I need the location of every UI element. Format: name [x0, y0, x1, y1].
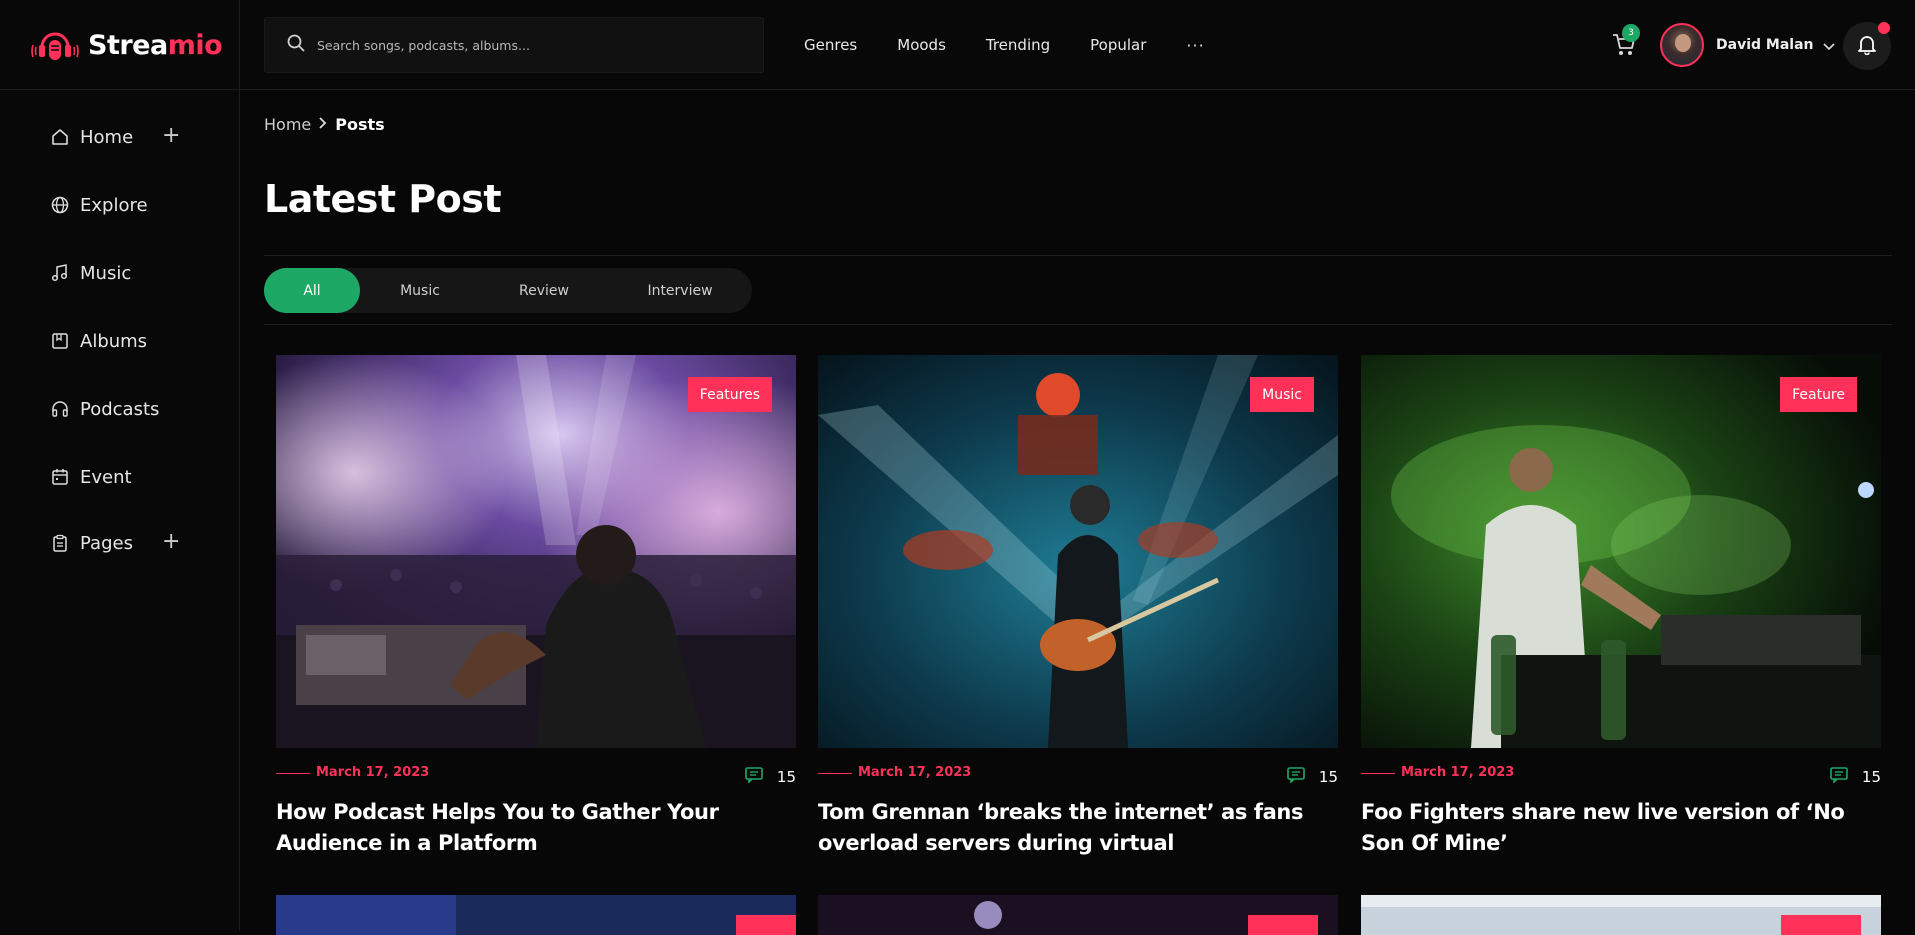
nav-moods[interactable]: Moods: [897, 36, 946, 54]
breadcrumb-current: Posts: [335, 115, 385, 134]
post-date: March 17, 2023: [1401, 765, 1515, 780]
headphones-icon: [50, 399, 70, 419]
nav-trending[interactable]: Trending: [986, 36, 1050, 54]
filter-tabs: All Music Review Interview: [264, 268, 752, 313]
sidebar-item-event[interactable]: Event: [50, 462, 200, 492]
expand-plus-icon[interactable]: +: [162, 531, 180, 553]
date-accent-line: [1361, 773, 1395, 774]
post-category-badge[interactable]: Music: [1250, 377, 1314, 412]
search-input[interactable]: [317, 37, 737, 53]
tab-review[interactable]: Review: [480, 268, 608, 313]
post-date: March 17, 2023: [858, 765, 972, 780]
sidebar-item-label: Music: [80, 262, 132, 284]
notification-dot: [1878, 22, 1890, 34]
post-card-partial[interactable]: [1361, 895, 1881, 935]
bell-icon: [1856, 33, 1878, 59]
sidebar-item-label: Home: [80, 126, 134, 148]
chevron-down-icon: [1823, 36, 1836, 55]
sidebar-item-podcasts[interactable]: Podcasts: [50, 394, 200, 424]
avatar: [1660, 23, 1704, 67]
nav-genres[interactable]: Genres: [804, 36, 857, 54]
post-card[interactable]: Features March 17, 2023 15 How Podcast H…: [276, 355, 796, 855]
cart-count-badge: 3: [1622, 24, 1640, 42]
nav-popular[interactable]: Popular: [1090, 36, 1146, 54]
search-box[interactable]: [264, 17, 764, 73]
post-comments[interactable]: 15: [745, 767, 796, 787]
page-title: Latest Post: [264, 177, 502, 221]
album-icon: [50, 331, 70, 351]
divider: [264, 255, 1892, 256]
logo-text-part1: Strea: [88, 29, 168, 61]
nav-more-button[interactable]: ···: [1186, 36, 1204, 55]
sidebar-item-label: Event: [80, 466, 132, 488]
post-meta: March 17, 2023 15: [1361, 763, 1881, 787]
post-image-guitarist[interactable]: Music: [818, 355, 1338, 748]
post-comments[interactable]: 15: [1830, 767, 1881, 787]
main-content: Home Posts Latest Post All Music Review …: [241, 91, 1915, 935]
post-title[interactable]: Tom Grennan ‘breaks the internet’ as fan…: [818, 797, 1338, 859]
headphones-logo-icon: [30, 25, 80, 65]
tab-interview[interactable]: Interview: [608, 268, 752, 313]
comment-count: 15: [1861, 768, 1881, 786]
music-note-icon: [50, 263, 70, 283]
clipboard-icon: [50, 533, 70, 553]
breadcrumb: Home Posts: [264, 115, 385, 134]
chevron-right-icon: [319, 116, 327, 133]
post-card-partial[interactable]: [818, 895, 1338, 935]
post-card-partial[interactable]: [276, 895, 796, 935]
post-comments[interactable]: 15: [1287, 767, 1338, 787]
tab-music[interactable]: Music: [360, 268, 480, 313]
top-bar: Streamio Genres Moods Trending Popular ·…: [0, 0, 1915, 90]
sidebar-item-pages[interactable]: Pages +: [50, 528, 200, 558]
post-image-dj-crowd[interactable]: Features: [276, 355, 796, 748]
sidebar-item-label: Pages: [80, 532, 133, 554]
top-nav: Genres Moods Trending Popular ···: [804, 0, 1245, 90]
user-menu[interactable]: David Malan: [1660, 23, 1836, 67]
calendar-icon: [50, 467, 70, 487]
sidebar-item-explore[interactable]: Explore: [50, 190, 200, 220]
divider: [264, 324, 1892, 325]
user-name: David Malan: [1716, 37, 1814, 53]
sidebar: Home + Explore Music Albums Podcasts Eve…: [0, 90, 240, 931]
sidebar-item-label: Albums: [80, 330, 148, 352]
sidebar-item-albums[interactable]: Albums: [50, 326, 200, 356]
date-accent-line: [818, 773, 852, 774]
post-category-badge[interactable]: Features: [687, 377, 772, 412]
post-date: March 17, 2023: [316, 765, 430, 780]
sidebar-item-music[interactable]: Music: [50, 258, 200, 288]
post-title[interactable]: Foo Fighters share new live version of ‘…: [1361, 797, 1881, 859]
globe-icon: [50, 195, 70, 215]
expand-plus-icon[interactable]: +: [162, 125, 180, 147]
breadcrumb-home[interactable]: Home: [264, 115, 311, 134]
comment-icon: [1830, 767, 1848, 787]
post-card[interactable]: Music March 17, 2023 15 Tom Grennan ‘bre…: [818, 355, 1338, 855]
tab-all[interactable]: All: [264, 268, 360, 313]
sidebar-item-label: Explore: [80, 194, 148, 216]
post-card[interactable]: Feature March 17, 2023 15 Foo Fighters s…: [1361, 355, 1881, 855]
date-accent-line: [276, 773, 310, 774]
search-icon: [287, 34, 305, 56]
post-meta: March 17, 2023 15: [276, 763, 796, 787]
comment-count: 15: [776, 768, 796, 786]
comment-count: 15: [1318, 768, 1338, 786]
logo[interactable]: Streamio: [0, 0, 240, 90]
logo-text: Streamio: [88, 29, 223, 61]
logo-text-part2: mio: [167, 29, 223, 61]
sidebar-item-label: Podcasts: [80, 398, 160, 420]
sidebar-item-home[interactable]: Home +: [50, 122, 200, 152]
comment-icon: [1287, 767, 1305, 787]
post-category-badge[interactable]: Feature: [1780, 377, 1857, 412]
home-icon: [50, 127, 70, 147]
post-image-dj-green[interactable]: Feature: [1361, 355, 1881, 748]
comment-icon: [745, 767, 763, 787]
post-meta: March 17, 2023 15: [818, 763, 1338, 787]
post-title[interactable]: How Podcast Helps You to Gather Your Aud…: [276, 797, 796, 859]
